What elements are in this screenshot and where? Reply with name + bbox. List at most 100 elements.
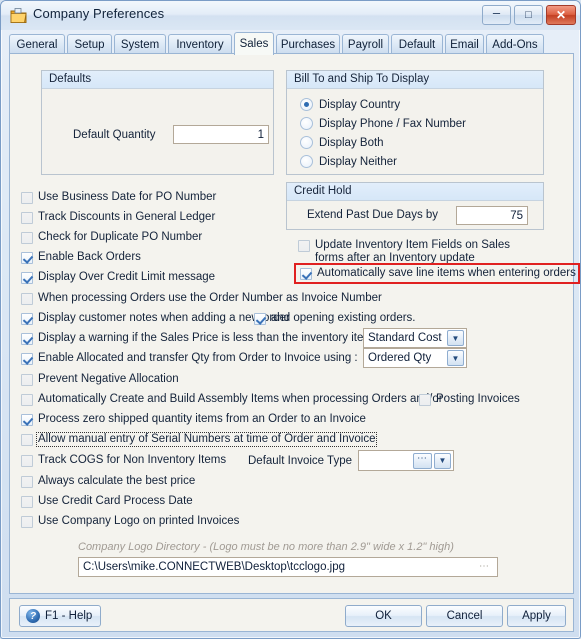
radio-display-both[interactable]: Display Both <box>300 136 384 149</box>
tab-inventory[interactable]: Inventory <box>168 34 232 54</box>
maximize-button[interactable]: □ <box>514 5 543 25</box>
help-button[interactable]: ? F1 - Help <box>19 605 101 627</box>
cancel-button[interactable]: Cancel <box>426 605 503 627</box>
checkbox-process-zero-shipped-qty[interactable]: Process zero shipped quantity items from… <box>21 413 366 426</box>
checkbox-icon <box>21 374 33 386</box>
checkbox-track-cogs-non-inventory[interactable]: Track COGS for Non Inventory Items <box>21 454 226 467</box>
chevron-down-icon[interactable]: ▼ <box>434 452 451 469</box>
checkbox-order-number-as-invoice-number[interactable]: When processing Orders use the Order Num… <box>21 292 382 305</box>
checkbox-label: Automatically Create and Build Assembly … <box>38 393 443 405</box>
cancel-button-label: Cancel <box>446 610 483 622</box>
minimize-button[interactable]: – <box>482 5 511 25</box>
checkbox-always-calculate-best-price[interactable]: Always calculate the best price <box>21 475 195 488</box>
checkbox-use-business-date-po[interactable]: Use Business Date for PO Number <box>21 191 216 204</box>
tab-purchases[interactable]: Purchases <box>276 34 340 54</box>
checkbox-label: Track Discounts in General Ledger <box>38 211 216 223</box>
bill-ship-group-title: Bill To and Ship To Display <box>287 71 543 89</box>
credit-hold-group: Credit Hold Extend Past Due Days by 75 <box>286 182 544 230</box>
radio-unselected-icon <box>300 136 313 149</box>
checkbox-icon <box>21 192 33 204</box>
checkbox-label: Allow manual entry of Serial Numbers at … <box>36 432 378 447</box>
checkbox-label: Update Inventory Item Fields on Sales <box>315 239 510 251</box>
checkbox-icon <box>419 394 431 406</box>
company-preferences-window: Company Preferences – □ ✕ General Setup … <box>0 0 581 639</box>
checkbox-display-customer-notes-new-order[interactable]: Display customer notes when adding a new… <box>21 312 290 325</box>
checkbox-icon <box>21 455 33 467</box>
minimize-icon: – <box>492 5 501 20</box>
checkbox-label: Display customer notes when adding a new… <box>38 312 290 324</box>
default-quantity-label: Default Quantity <box>73 129 156 141</box>
sales-preferences-panel: Defaults Default Quantity 1 Bill To and … <box>9 53 580 594</box>
default-invoice-type-label: Default Invoice Type <box>248 455 352 467</box>
company-preferences-icon <box>10 8 27 23</box>
tab-addons[interactable]: Add-Ons <box>486 34 544 54</box>
radio-label: Display Neither <box>319 155 397 168</box>
close-button[interactable]: ✕ <box>546 5 576 25</box>
radio-display-country[interactable]: Display Country <box>300 98 400 111</box>
cost-method-combo[interactable]: Standard Cost ▼ <box>363 328 467 348</box>
apply-button[interactable]: Apply <box>507 605 566 627</box>
company-logo-directory-hint: Company Logo Directory - (Logo must be n… <box>78 541 454 553</box>
checkbox-label: Automatically save line items when enter… <box>317 267 576 279</box>
checkbox-label: Always calculate the best price <box>38 475 196 487</box>
checkbox-checked-icon <box>21 272 33 284</box>
radio-display-phone-fax[interactable]: Display Phone / Fax Number <box>300 117 466 130</box>
browse-logo-icon[interactable]: ⋯ <box>479 561 490 572</box>
checkbox-opening-existing-orders[interactable]: and opening existing orders. <box>254 312 416 325</box>
tab-sales[interactable]: Sales <box>234 32 274 55</box>
checkbox-label: Use Credit Card Process Date <box>38 495 193 507</box>
checkbox-use-company-logo[interactable]: Use Company Logo on printed Invoices <box>21 515 239 528</box>
default-invoice-type-combo[interactable]: ⋯ ▼ <box>358 450 454 471</box>
checkbox-display-sales-price-warning[interactable]: Display a warning if the Sales Price is … <box>21 332 379 345</box>
tab-setup[interactable]: Setup <box>67 34 112 54</box>
credit-hold-group-title: Credit Hold <box>287 183 543 201</box>
checkbox-icon <box>21 516 33 528</box>
checkbox-enable-back-orders[interactable]: Enable Back Orders <box>21 251 141 264</box>
help-icon: ? <box>26 609 40 623</box>
tab-system[interactable]: System <box>114 34 166 54</box>
chevron-down-icon[interactable]: ▼ <box>447 350 464 366</box>
tab-payroll[interactable]: Payroll <box>342 34 389 54</box>
help-button-label: F1 - Help <box>45 610 93 622</box>
default-quantity-input[interactable]: 1 <box>173 125 269 144</box>
tab-general[interactable]: General <box>9 34 65 54</box>
checkbox-checked-icon <box>300 268 312 280</box>
checkbox-auto-create-build-assembly-items[interactable]: Automatically Create and Build Assembly … <box>21 393 443 406</box>
checkbox-icon <box>298 240 310 252</box>
checkbox-icon <box>21 293 33 305</box>
ellipsis-icon[interactable]: ⋯ <box>413 452 432 469</box>
extend-past-due-label: Extend Past Due Days by <box>307 209 439 221</box>
window-title: Company Preferences <box>33 6 165 21</box>
checkbox-checked-icon <box>21 333 33 345</box>
checkbox-label: Prevent Negative Allocation <box>38 373 179 385</box>
company-logo-path-input[interactable]: C:\Users\mike.CONNECTWEB\Desktop\tcclogo… <box>78 557 498 577</box>
checkbox-label: and opening existing orders. <box>271 312 416 324</box>
checkbox-automatically-save-line-items[interactable]: Automatically save line items when enter… <box>300 267 576 280</box>
checkbox-label: Enable Back Orders <box>38 251 141 263</box>
checkbox-use-credit-card-process-date[interactable]: Use Credit Card Process Date <box>21 495 193 508</box>
checkbox-label: Display Over Credit Limit message <box>38 271 216 283</box>
checkbox-check-duplicate-po[interactable]: Check for Duplicate PO Number <box>21 231 202 244</box>
checkbox-prevent-negative-allocation[interactable]: Prevent Negative Allocation <box>21 373 179 386</box>
defaults-group-title: Defaults <box>42 71 273 89</box>
checkbox-label: Use Company Logo on printed Invoices <box>38 515 240 527</box>
checkbox-display-over-credit-limit[interactable]: Display Over Credit Limit message <box>21 271 215 284</box>
checkbox-allow-manual-serial-numbers[interactable]: Allow manual entry of Serial Numbers at … <box>21 432 378 447</box>
radio-unselected-icon <box>300 155 313 168</box>
company-logo-path-value: C:\Users\mike.CONNECTWEB\Desktop\tcclogo… <box>83 561 346 573</box>
tab-email[interactable]: Email <box>445 34 484 54</box>
checkbox-update-inventory-item-fields[interactable]: Update Inventory Item Fields on Sales <box>298 239 510 252</box>
radio-display-neither[interactable]: Display Neither <box>300 155 397 168</box>
ok-button[interactable]: OK <box>345 605 422 627</box>
chevron-down-icon[interactable]: ▼ <box>447 330 464 346</box>
checkbox-track-discounts-gl[interactable]: Track Discounts in General Ledger <box>21 211 215 224</box>
checkbox-posting-invoices[interactable]: Posting Invoices <box>419 393 520 406</box>
radio-label: Display Both <box>319 136 384 149</box>
tab-default[interactable]: Default <box>391 34 443 54</box>
radio-unselected-icon <box>300 117 313 130</box>
checkbox-enable-allocated-transfer-qty[interactable]: Enable Allocated and transfer Qty from O… <box>21 352 358 365</box>
checkbox-label: Process zero shipped quantity items from… <box>38 413 366 425</box>
checkbox-checked-icon <box>21 252 33 264</box>
qty-method-combo[interactable]: Ordered Qty ▼ <box>363 348 467 368</box>
extend-past-due-input[interactable]: 75 <box>456 206 528 225</box>
